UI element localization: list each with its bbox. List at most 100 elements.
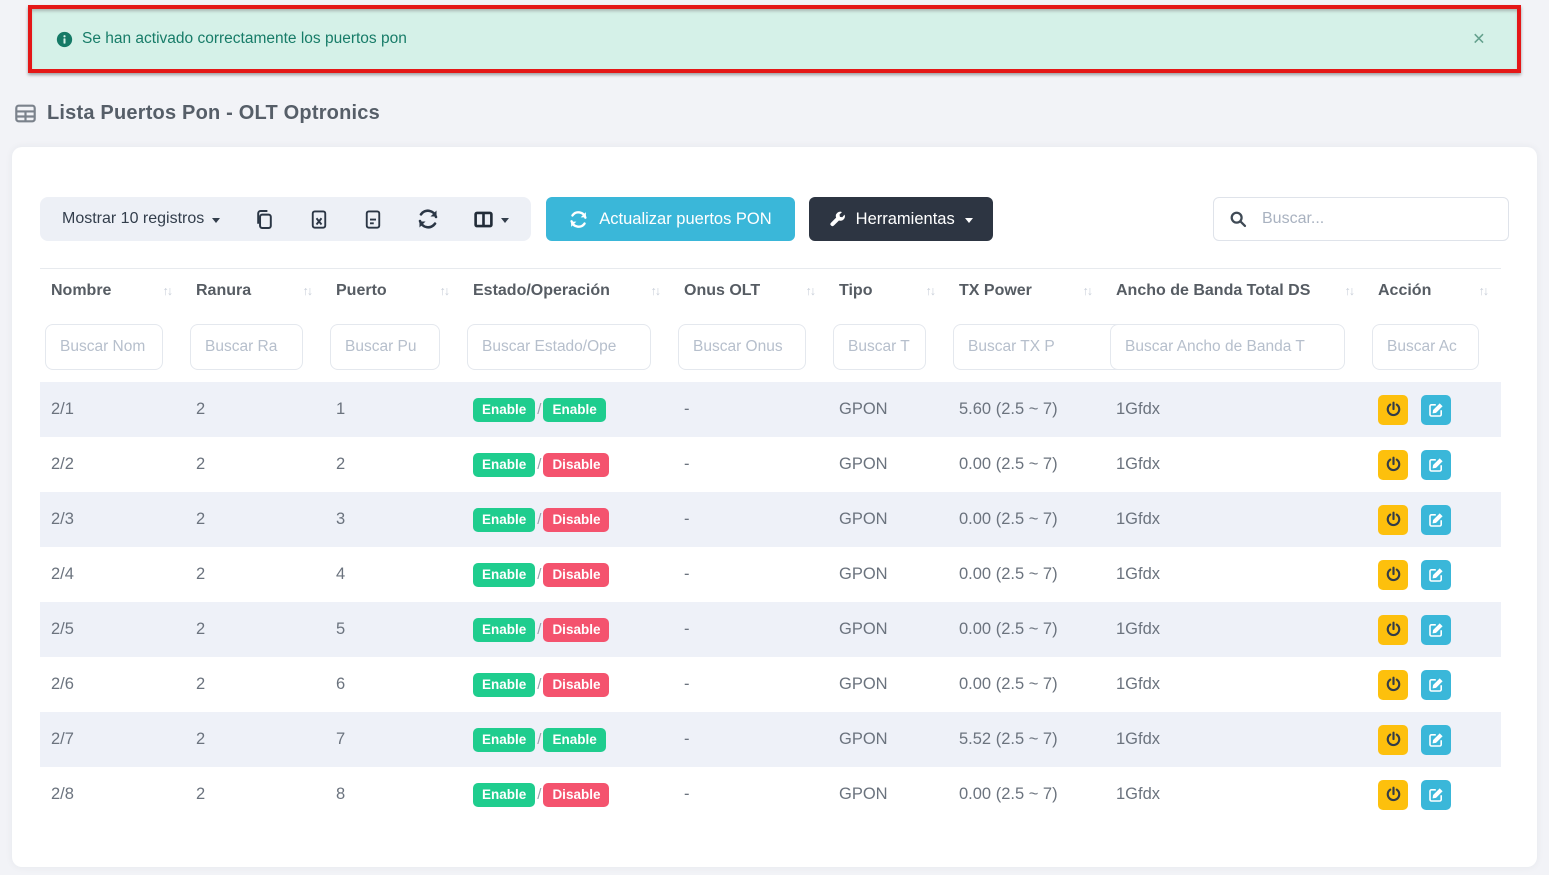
estado-separator: / [537, 456, 541, 473]
cell-ranura: 2 [185, 510, 325, 529]
column-filter-cell [673, 324, 828, 370]
chevron-down-icon [501, 218, 509, 223]
edit-port-button[interactable] [1421, 615, 1451, 645]
column-filter-input[interactable] [1372, 324, 1479, 370]
power-toggle-button[interactable] [1378, 450, 1408, 480]
cell-tx-power: 0.00 (2.5 ~ 7) [948, 455, 1105, 474]
column-header[interactable]: Ancho de Banda Total DS ↑↓ [1105, 282, 1367, 300]
column-filter-input[interactable] [833, 324, 926, 370]
column-filter-input[interactable] [330, 324, 440, 370]
column-filter-cell [948, 324, 1105, 370]
cell-puerto: 2 [325, 455, 462, 474]
cell-puerto: 5 [325, 620, 462, 639]
cell-accion [1367, 725, 1501, 755]
alert-message: Se han activado correctamente los puerto… [82, 30, 407, 48]
sort-icon[interactable]: ↑↓ [163, 284, 172, 298]
column-filter-input[interactable] [190, 324, 303, 370]
cell-onus-olt: - [673, 730, 828, 749]
power-toggle-button[interactable] [1378, 670, 1408, 700]
column-header[interactable]: TX Power ↑↓ [948, 282, 1105, 300]
sort-icon[interactable]: ↑↓ [440, 284, 449, 298]
cell-puerto: 4 [325, 565, 462, 584]
table-icon [14, 102, 37, 125]
cell-onus-olt: - [673, 785, 828, 804]
cell-ranura: 2 [185, 620, 325, 639]
alert-annotation-box: Se han activado correctamente los puerto… [28, 5, 1521, 73]
estado-badge: Enable [473, 783, 535, 807]
cell-ancho-banda: 1Gfdx [1105, 510, 1367, 529]
edit-port-button[interactable] [1421, 670, 1451, 700]
cell-accion [1367, 780, 1501, 810]
info-circle-icon [56, 31, 73, 48]
cell-onus-olt: - [673, 565, 828, 584]
power-toggle-button[interactable] [1378, 560, 1408, 590]
cell-puerto: 3 [325, 510, 462, 529]
column-header[interactable]: Ranura ↑↓ [185, 282, 325, 300]
cell-estado-operacion: Enable/Enable [462, 728, 673, 752]
wrench-icon [829, 211, 846, 228]
column-header[interactable]: Puerto ↑↓ [325, 282, 462, 300]
copy-icon[interactable] [254, 209, 275, 230]
edit-port-button[interactable] [1421, 505, 1451, 535]
sort-icon[interactable]: ↑↓ [1479, 284, 1488, 298]
reload-icon[interactable] [417, 208, 439, 230]
power-toggle-button[interactable] [1378, 395, 1408, 425]
search-input[interactable] [1260, 209, 1493, 229]
update-pon-ports-button[interactable]: Actualizar puertos PON [546, 197, 794, 241]
estado-badge: Enable [473, 453, 535, 477]
cell-estado-operacion: Enable/Disable [462, 508, 673, 532]
sort-icon[interactable]: ↑↓ [1345, 284, 1354, 298]
edit-port-button[interactable] [1421, 395, 1451, 425]
column-filter-cell [828, 324, 948, 370]
table-filter-row [40, 324, 1501, 370]
table-row: 2/6 2 6 Enable/Disable - GPON 0.00 (2.5 … [40, 657, 1501, 712]
cell-accion [1367, 615, 1501, 645]
column-filter-cell [325, 324, 462, 370]
excel-export-icon[interactable] [309, 209, 329, 230]
column-header[interactable]: Estado/Operación ↑↓ [462, 282, 673, 300]
column-header[interactable]: Onus OLT ↑↓ [673, 282, 828, 300]
cell-ranura: 2 [185, 565, 325, 584]
alert-close-icon[interactable]: × [1469, 27, 1489, 52]
column-header[interactable]: Acción ↑↓ [1367, 282, 1501, 300]
cell-estado-operacion: Enable/Disable [462, 673, 673, 697]
sort-icon[interactable]: ↑↓ [303, 284, 312, 298]
estado-separator: / [537, 676, 541, 693]
edit-port-button[interactable] [1421, 725, 1451, 755]
show-entries-dropdown[interactable]: Mostrar 10 registros [62, 210, 220, 228]
column-filter-input[interactable] [467, 324, 651, 370]
power-toggle-button[interactable] [1378, 725, 1408, 755]
table-row: 2/2 2 2 Enable/Disable - GPON 0.00 (2.5 … [40, 437, 1501, 492]
sort-icon[interactable]: ↑↓ [926, 284, 935, 298]
datatable-controls: Mostrar 10 registros [40, 197, 531, 241]
sort-icon[interactable]: ↑↓ [651, 284, 660, 298]
cell-onus-olt: - [673, 400, 828, 419]
power-toggle-button[interactable] [1378, 505, 1408, 535]
column-header-label: Puerto [336, 282, 387, 300]
column-filter-input[interactable] [45, 324, 163, 370]
edit-port-button[interactable] [1421, 780, 1451, 810]
sort-icon[interactable]: ↑↓ [1083, 284, 1092, 298]
estado-separator: / [537, 566, 541, 583]
column-header[interactable]: Nombre ↑↓ [40, 282, 185, 300]
cell-nombre: 2/2 [40, 455, 185, 474]
column-visibility-dropdown[interactable] [473, 209, 509, 230]
column-header-label: Nombre [51, 282, 111, 300]
tools-button-label: Herramientas [856, 210, 955, 229]
sort-icon[interactable]: ↑↓ [806, 284, 815, 298]
cell-ancho-banda: 1Gfdx [1105, 785, 1367, 804]
power-toggle-button[interactable] [1378, 780, 1408, 810]
estado-badge: Enable [473, 728, 535, 752]
cell-accion [1367, 395, 1501, 425]
edit-port-button[interactable] [1421, 560, 1451, 590]
column-filter-input[interactable] [678, 324, 806, 370]
power-toggle-button[interactable] [1378, 615, 1408, 645]
cell-puerto: 6 [325, 675, 462, 694]
column-filter-input[interactable] [1110, 324, 1345, 370]
cell-accion [1367, 670, 1501, 700]
column-header[interactable]: Tipo ↑↓ [828, 282, 948, 300]
tools-dropdown-button[interactable]: Herramientas [809, 197, 993, 241]
cell-nombre: 2/4 [40, 565, 185, 584]
edit-port-button[interactable] [1421, 450, 1451, 480]
file-export-icon[interactable] [363, 209, 383, 230]
